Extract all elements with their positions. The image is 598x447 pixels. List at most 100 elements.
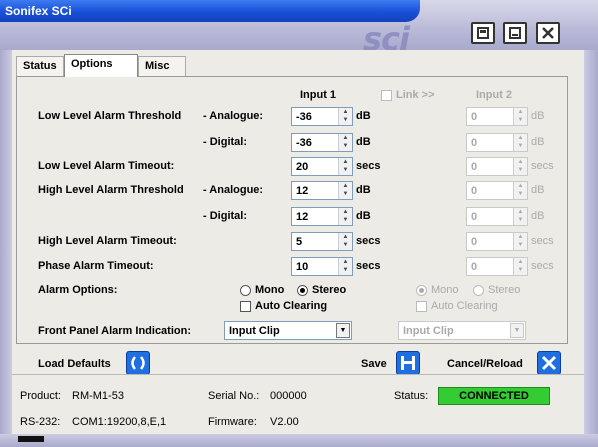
spin-buttons[interactable]: ▲ ▼: [513, 134, 527, 151]
chevron-down-icon[interactable]: ▼: [510, 323, 524, 338]
up-arrow-icon[interactable]: ▲: [514, 258, 527, 266]
auto-clearing-checkbox-input1[interactable]: [240, 301, 251, 312]
down-arrow-icon[interactable]: ▼: [339, 116, 352, 124]
up-arrow-icon[interactable]: ▲: [514, 182, 527, 190]
high-timeout-input1[interactable]: 5 ▲ ▼: [291, 232, 353, 251]
down-arrow-icon[interactable]: ▼: [339, 241, 352, 249]
down-arrow-icon[interactable]: ▼: [339, 166, 352, 174]
down-arrow-icon[interactable]: ▼: [339, 216, 352, 224]
up-arrow-icon[interactable]: ▲: [514, 134, 527, 142]
high-digital-input2[interactable]: 0 ▲ ▼: [466, 207, 528, 226]
front-panel-select-input2[interactable]: Input Clip ▼: [398, 321, 526, 340]
spin-buttons[interactable]: ▲ ▼: [338, 134, 352, 151]
low-digital-input1[interactable]: -36 ▲ ▼: [291, 133, 353, 152]
up-arrow-icon[interactable]: ▲: [339, 108, 352, 116]
low-timeout-input1[interactable]: 20 ▲ ▼: [291, 157, 353, 176]
spin-buttons[interactable]: ▲ ▼: [513, 258, 527, 275]
low-analogue-input1[interactable]: -36 ▲ ▼: [291, 107, 353, 126]
tab-options[interactable]: Options: [64, 54, 138, 77]
cancel-reload-button[interactable]: [537, 351, 561, 375]
front-panel-label: Front Panel Alarm Indication:: [38, 325, 191, 337]
up-arrow-icon[interactable]: ▲: [514, 158, 527, 166]
tab-status[interactable]: Status: [16, 56, 64, 76]
save-label[interactable]: Save: [361, 358, 387, 370]
window-border-left: [0, 50, 12, 447]
up-arrow-icon[interactable]: ▲: [339, 182, 352, 190]
cancel-reload-label[interactable]: Cancel/Reload: [447, 358, 523, 370]
tab-misc[interactable]: Misc: [138, 56, 186, 76]
load-defaults-button[interactable]: [126, 351, 150, 375]
up-arrow-icon[interactable]: ▲: [514, 108, 527, 116]
down-arrow-icon[interactable]: ▼: [514, 190, 527, 198]
up-arrow-icon[interactable]: ▲: [339, 233, 352, 241]
up-arrow-icon[interactable]: ▲: [339, 208, 352, 216]
phase-timeout-input2[interactable]: 0 ▲ ▼: [466, 257, 528, 276]
up-arrow-icon[interactable]: ▲: [339, 258, 352, 266]
down-arrow-icon[interactable]: ▼: [514, 142, 527, 150]
spin-buttons[interactable]: ▲ ▼: [338, 208, 352, 225]
minimize-icon: [509, 27, 521, 39]
spin-buttons[interactable]: ▲ ▼: [513, 158, 527, 175]
value: 0: [471, 236, 478, 248]
value: 20: [296, 161, 309, 173]
unit-label: dB: [531, 136, 545, 148]
unit-label: secs: [531, 160, 554, 172]
auto-clearing-checkbox-input2[interactable]: [416, 301, 427, 312]
spin-buttons[interactable]: ▲ ▼: [338, 233, 352, 250]
down-arrow-icon[interactable]: ▼: [514, 116, 527, 124]
high-analogue-input1[interactable]: 12 ▲ ▼: [291, 181, 353, 200]
close-button[interactable]: [536, 22, 560, 44]
spin-buttons[interactable]: ▲ ▼: [513, 182, 527, 199]
down-arrow-icon[interactable]: ▼: [514, 166, 527, 174]
firmware-label: Firmware:: [208, 416, 257, 428]
high-timeout-input2[interactable]: 0 ▲ ▼: [466, 232, 528, 251]
low-timeout-input2[interactable]: 0 ▲ ▼: [466, 157, 528, 176]
value: 0: [471, 185, 478, 197]
status-label: Status:: [394, 390, 429, 402]
cancel-x-icon: [541, 355, 557, 371]
stereo-radio-input1[interactable]: [297, 285, 308, 296]
spin-buttons[interactable]: ▲ ▼: [513, 233, 527, 250]
up-arrow-icon[interactable]: ▲: [339, 158, 352, 166]
value: 0: [471, 261, 478, 273]
phase-timeout-input1[interactable]: 10 ▲ ▼: [291, 257, 353, 276]
up-arrow-icon[interactable]: ▲: [339, 134, 352, 142]
title-strip: Sonifex SCi: [0, 0, 420, 22]
value: 12: [296, 185, 309, 197]
spin-buttons[interactable]: ▲ ▼: [513, 108, 527, 125]
high-digital-input1[interactable]: 12 ▲ ▼: [291, 207, 353, 226]
spin-buttons[interactable]: ▲ ▼: [338, 182, 352, 199]
minimize-button[interactable]: [503, 22, 527, 44]
resize-grip[interactable]: [18, 436, 44, 442]
down-arrow-icon[interactable]: ▼: [514, 241, 527, 249]
down-arrow-icon[interactable]: ▼: [339, 266, 352, 274]
app-window: Sonifex SCi sci Status Options Misc Inpu…: [0, 0, 598, 447]
down-arrow-icon[interactable]: ▼: [514, 266, 527, 274]
link-checkbox[interactable]: [381, 90, 392, 101]
up-arrow-icon[interactable]: ▲: [514, 233, 527, 241]
stereo-radio-input2[interactable]: [473, 285, 484, 296]
spin-buttons[interactable]: ▲ ▼: [513, 208, 527, 225]
spin-buttons[interactable]: ▲ ▼: [338, 258, 352, 275]
high-analogue-input2[interactable]: 0 ▲ ▼: [466, 181, 528, 200]
value: 5: [296, 236, 303, 248]
low-digital-input2[interactable]: 0 ▲ ▼: [466, 133, 528, 152]
unit-label: dB: [356, 136, 371, 148]
input2-header: Input 2: [476, 89, 513, 101]
up-arrow-icon[interactable]: ▲: [514, 208, 527, 216]
restore-button[interactable]: [471, 22, 495, 44]
spin-buttons[interactable]: ▲ ▼: [338, 158, 352, 175]
unit-label: dB: [531, 210, 545, 222]
down-arrow-icon[interactable]: ▼: [339, 190, 352, 198]
down-arrow-icon[interactable]: ▼: [339, 142, 352, 150]
save-button[interactable]: [396, 351, 420, 375]
chevron-down-icon[interactable]: ▼: [336, 323, 350, 338]
mono-radio-input2[interactable]: [416, 285, 427, 296]
mono-radio-input1[interactable]: [240, 285, 251, 296]
low-analogue-input2[interactable]: 0 ▲ ▼: [466, 107, 528, 126]
front-panel-select-input1[interactable]: Input Clip ▼: [224, 321, 352, 340]
down-arrow-icon[interactable]: ▼: [514, 216, 527, 224]
spin-buttons[interactable]: ▲ ▼: [338, 108, 352, 125]
load-defaults-label[interactable]: Load Defaults: [38, 358, 111, 370]
low-timeout-label: Low Level Alarm Timeout:: [38, 160, 175, 172]
